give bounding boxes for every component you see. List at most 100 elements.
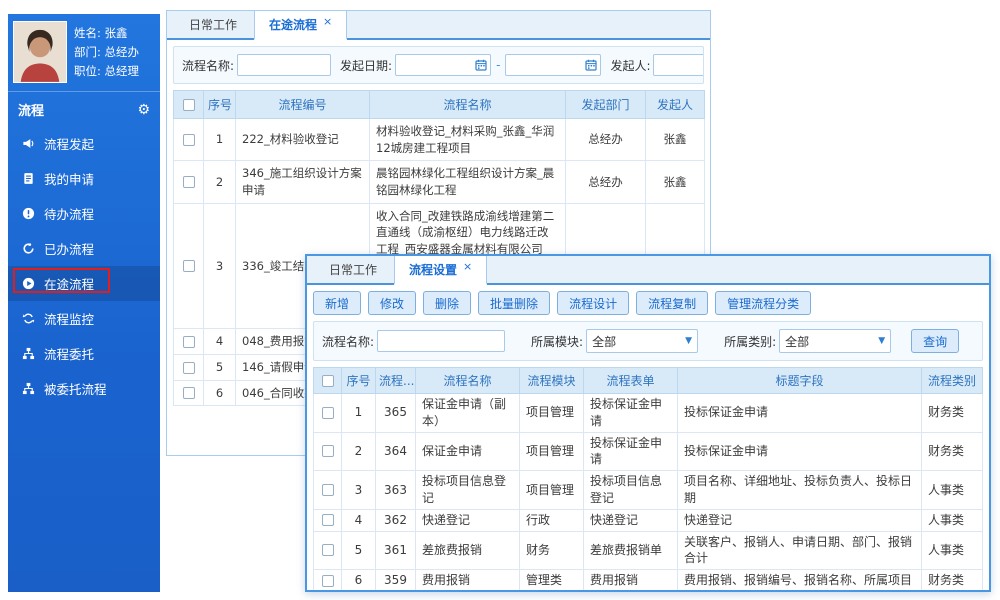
cell-category: 财务类	[922, 432, 983, 471]
table-row[interactable]: 5 361 差旅费报销 财务 差旅费报销单 关联客户、报销人、申请日期、部门、报…	[314, 531, 983, 570]
row-checkbox[interactable]	[322, 445, 334, 457]
col-no: 序号	[204, 91, 236, 119]
sidebar-item-label: 流程发起	[44, 134, 94, 153]
delete-button[interactable]: 删除	[423, 291, 471, 315]
cell-code: 361	[376, 531, 416, 570]
table-row[interactable]: 6 359 费用报销 管理类 费用报销 费用报销、报销编号、报销名称、所属项目 …	[314, 570, 983, 592]
select-all-checkbox[interactable]	[322, 375, 334, 387]
row-checkbox[interactable]	[183, 260, 195, 272]
cell-form: 投标保证金申请	[584, 432, 678, 471]
cell-no: 5	[204, 355, 236, 381]
category-select[interactable]: 全部 ▼	[779, 329, 891, 353]
cell-form: 投标保证金申请	[584, 394, 678, 433]
select-all-checkbox[interactable]	[183, 99, 195, 111]
category-select-value: 全部	[785, 333, 809, 350]
initiator-input[interactable]	[653, 54, 704, 76]
sidebar-item-in-transit[interactable]: 在途流程	[8, 266, 160, 301]
date-to-field	[505, 54, 601, 76]
cell-category: 人事类	[922, 591, 983, 592]
table-row[interactable]: 2 364 保证金申请 项目管理 投标保证金申请 投标保证金申请 财务类	[314, 432, 983, 471]
cell-no: 7	[342, 591, 376, 592]
tab-daily-work[interactable]: 日常工作	[175, 10, 251, 38]
row-checkbox[interactable]	[322, 544, 334, 556]
query-button[interactable]: 查询	[911, 329, 959, 353]
sidebar-item-delegate[interactable]: 流程委托	[8, 336, 160, 371]
cell-name: 保证金申请（副本）	[416, 394, 520, 433]
date-from-input[interactable]	[395, 54, 491, 76]
cell-module: 项目管理	[520, 471, 584, 510]
col-form: 流程表单	[584, 368, 678, 394]
cell-module: 项目管理	[520, 432, 584, 471]
modify-button[interactable]: 修改	[368, 291, 416, 315]
cell-title-field: 投标保证金申请	[678, 432, 922, 471]
row-checkbox[interactable]	[183, 362, 195, 374]
row-checkbox[interactable]	[322, 514, 334, 526]
sitemap-icon	[21, 347, 35, 361]
col-title-field: 标题字段	[678, 368, 922, 394]
row-checkbox[interactable]	[322, 575, 334, 587]
cell-dept: 总经办	[566, 161, 646, 203]
row-checkbox[interactable]	[183, 134, 195, 146]
module-select[interactable]: 全部 ▼	[586, 329, 698, 353]
cell-no: 1	[204, 119, 236, 161]
initiator-label: 发起人:	[610, 57, 650, 74]
table-row[interactable]: 1 222_材料验收登记 材料验收登记_材料采购_张鑫_华润12城房建工程项目 …	[174, 119, 705, 161]
row-checkbox[interactable]	[183, 387, 195, 399]
cell-name: 快递登记	[416, 509, 520, 531]
table-row[interactable]: 3 363 投标项目信息登记 项目管理 投标项目信息登记 项目名称、详细地址、投…	[314, 471, 983, 510]
megaphone-icon	[21, 137, 35, 151]
sidebar-item-monitor[interactable]: 流程监控	[8, 301, 160, 336]
close-tab-icon[interactable]: ×	[323, 15, 332, 28]
sidebar-item-initiate[interactable]: 流程发起	[8, 126, 160, 161]
table-row[interactable]: 2 346_施工组织设计方案申请 晨铭园林绿化工程组织设计方案_晨铭园林绿化工程…	[174, 161, 705, 203]
batch-delete-button[interactable]: 批量删除	[478, 291, 550, 315]
row-checkbox[interactable]	[322, 484, 334, 496]
cell-no: 2	[204, 161, 236, 203]
sidebar-item-label: 我的申请	[44, 169, 94, 188]
process-design-button[interactable]: 流程设计	[557, 291, 629, 315]
sidebar-item-my-applications[interactable]: 我的申请	[8, 161, 160, 196]
avatar	[14, 22, 66, 82]
table-row[interactable]: 1 365 保证金申请（副本） 项目管理 投标保证金申请 投标保证金申请 财务类	[314, 394, 983, 433]
table-header-row: 序号 流程编号 流程名称 发起部门 发起人	[174, 91, 705, 119]
w2-process-table: 序号 流程... 流程名称 流程模块 流程表单 标题字段 流程类别 1 365 …	[313, 367, 983, 592]
profile-name: 姓名: 张鑫	[74, 25, 139, 41]
cell-no: 1	[342, 394, 376, 433]
close-tab-icon[interactable]: ×	[463, 260, 472, 273]
cell-module: 项目管理	[520, 591, 584, 592]
profile-title: 职位: 总经理	[74, 63, 139, 79]
w2-filter-panel: 流程名称: 所属模块: 全部 ▼ 所属类别: 全部 ▼ 查询	[313, 321, 983, 361]
sidebar-item-pending[interactable]: 待办流程	[8, 196, 160, 231]
cell-module: 管理类	[520, 570, 584, 592]
tab-daily-work[interactable]: 日常工作	[315, 255, 391, 283]
sidebar-item-completed[interactable]: 已办流程	[8, 231, 160, 266]
process-settings-window: 日常工作 流程设置× 新增 修改 删除 批量删除 流程设计 流程复制 管理流程分…	[305, 254, 991, 592]
process-copy-button[interactable]: 流程复制	[636, 291, 708, 315]
cell-name: 保证金申请	[416, 432, 520, 471]
cell-name: 项目线索	[416, 591, 520, 592]
manage-category-button[interactable]: 管理流程分类	[715, 291, 811, 315]
tab-process-settings[interactable]: 流程设置×	[394, 254, 487, 285]
cell-module: 财务	[520, 531, 584, 570]
col-no: 序号	[342, 368, 376, 394]
add-button[interactable]: 新增	[313, 291, 361, 315]
col-name: 流程名称	[370, 91, 566, 119]
row-checkbox[interactable]	[322, 407, 334, 419]
sidebar-item-delegated-to-me[interactable]: 被委托流程	[8, 371, 160, 406]
module-select-value: 全部	[592, 333, 616, 350]
cell-module: 行政	[520, 509, 584, 531]
cell-form: 投标项目信息登记	[584, 471, 678, 510]
row-checkbox[interactable]	[183, 176, 195, 188]
process-name-input[interactable]	[237, 54, 331, 76]
gear-icon[interactable]: ⚙	[137, 103, 150, 117]
cell-code: 363	[376, 471, 416, 510]
process-name-input[interactable]	[377, 330, 505, 352]
date-to-input[interactable]	[505, 54, 601, 76]
cell-code: 222_材料验收登记	[236, 119, 370, 161]
table-row[interactable]: 7 358 项目线索 项目管理 项目线索备案 详细地址 人事类	[314, 591, 983, 592]
col-code: 流程编号	[236, 91, 370, 119]
row-checkbox[interactable]	[183, 336, 195, 348]
cell-code: 362	[376, 509, 416, 531]
table-row[interactable]: 4 362 快递登记 行政 快递登记 快递登记 人事类	[314, 509, 983, 531]
tab-in-transit[interactable]: 在途流程×	[254, 10, 347, 40]
